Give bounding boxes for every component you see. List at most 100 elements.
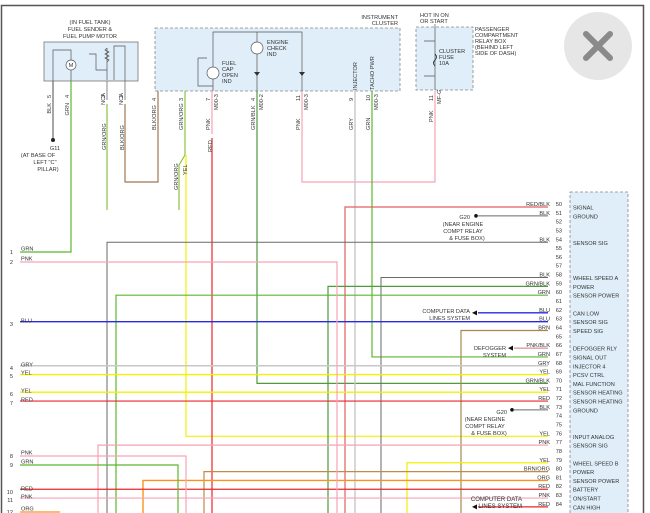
connector-wire-color: PNK/BLK	[526, 343, 550, 349]
motor-symbol: M	[69, 63, 74, 69]
connector-pin-number: 82	[556, 484, 562, 490]
close-button[interactable]	[564, 12, 632, 80]
cluster-pin-number: 10	[366, 95, 372, 101]
connector-wire-color: ORG	[537, 475, 550, 481]
connector-pin-number: 59	[556, 281, 562, 287]
relay-pin-wire: PNK	[429, 110, 435, 122]
left-pin-wire-color: ORG	[21, 507, 34, 513]
connector-wire-color: BRN/ORG	[524, 467, 550, 473]
relay-pin-number: 11	[429, 95, 435, 101]
injector-label: INJECTOR	[353, 62, 359, 90]
hot-label: OR START	[420, 19, 448, 25]
connector-pin-number: 67	[556, 352, 562, 358]
arrow-icon	[472, 504, 477, 510]
left-pin-number: 1	[10, 250, 13, 256]
connector-wire-color: BRN	[538, 325, 550, 331]
cluster-connector-id: M00-3	[374, 94, 380, 110]
connector-pin-number: 74	[556, 414, 562, 420]
connector-pin-function: WHEEL SPEED B	[573, 461, 619, 467]
connector-pin-number: 75	[556, 423, 562, 429]
left-pin-number: 9	[10, 463, 13, 469]
connector-pin-function: SENSOR SIG	[573, 320, 608, 326]
connector-pin-number: 83	[556, 493, 562, 499]
connector-pin-function: SENSOR SIG	[573, 241, 608, 247]
connector-pin-number: 66	[556, 343, 562, 349]
wires	[20, 81, 548, 513]
connector-pin-function: GROUND	[573, 214, 598, 220]
connector-pin-function: SENSOR HEATING	[573, 400, 623, 406]
fuel-pump-pin-number: 4	[65, 95, 71, 98]
connector-pin-number: 52	[556, 220, 562, 226]
connector-pin-number: 81	[556, 475, 562, 481]
cluster-pin-wire: PNK	[206, 118, 212, 130]
wire-label: YEL	[183, 164, 189, 175]
left-pin-wire-color: RED	[21, 487, 33, 493]
g11-name: G11	[50, 146, 60, 152]
connector-pin-number: 50	[556, 202, 562, 208]
left-pin-number: 6	[10, 392, 13, 398]
g20-top-location: (NEAR ENGINE	[443, 222, 484, 228]
arrow-icon	[472, 310, 477, 316]
ground-icon	[510, 408, 514, 412]
left-pin-wire-color: YEL	[21, 389, 32, 395]
connector-wire-color: RED	[538, 484, 550, 490]
g20-top-location: & FUSE BOX)	[449, 236, 485, 242]
connector-pin-number: 77	[556, 440, 562, 446]
connector-pin-number: 71	[556, 387, 562, 393]
cluster-pin-number: 9	[349, 98, 355, 101]
fuel-pump-pin-wire: BLK	[47, 103, 53, 114]
connector-pin-number: 53	[556, 228, 562, 234]
left-pin-wire-color: BLU	[21, 319, 32, 325]
defogger-label: DEFOGGER	[474, 346, 506, 352]
cluster-connector-id: M00-3	[214, 94, 220, 110]
left-pin-number: 3	[10, 322, 13, 328]
computer-data-label: LINES SYSTEM	[478, 504, 522, 510]
left-pin-number: 5	[10, 374, 13, 380]
fuse-label: 10A	[439, 61, 449, 67]
connector-pin-number: 68	[556, 361, 562, 367]
ground-icon	[51, 138, 55, 142]
connector-pin-number: 70	[556, 378, 562, 384]
fuel-cap-label: IND	[222, 79, 232, 85]
g20-bottom-location: & FUSE BOX)	[471, 431, 507, 437]
connector-pin-number: 57	[556, 264, 562, 270]
connector-pin-number: 51	[556, 211, 562, 217]
g20-top-location: COMPT RELAY	[443, 229, 483, 235]
cluster-pin-wire: GRN	[366, 118, 372, 130]
passenger-relay-box: HOT IN ON OR START PASSENGER COMPARTMENT…	[415, 13, 519, 91]
arrow-icon	[508, 345, 513, 351]
connector-pin-number: 79	[556, 458, 562, 464]
left-pin-number: 4	[10, 366, 13, 372]
instrument-cluster: INSTRUMENT CLUSTER FUEL CAP OPEN IND ENG…	[154, 15, 401, 92]
left-pin-number: 2	[10, 260, 13, 266]
wire-label: RED	[208, 140, 214, 152]
wire-pnk-cluster-fuse	[301, 91, 436, 183]
connector-pin-function: GROUND	[573, 408, 598, 414]
connector-pin-function: MAL FUNCTION	[573, 382, 615, 388]
tacho-pwr-label: TACHO PWR	[370, 56, 376, 90]
connector-wire-color: PNK	[538, 493, 550, 499]
left-pin-wire-color: PNK	[21, 257, 33, 263]
cluster-pin-number: 4	[251, 98, 257, 101]
cluster-pin-wire: GRY	[349, 118, 355, 130]
connector-pin-number: 55	[556, 246, 562, 252]
connector-wire-color: RED/BLK	[526, 202, 550, 208]
cluster-pin-wire: BLK/ORG	[152, 105, 158, 130]
wire-50	[344, 206, 548, 513]
connector-wire-color: GRY	[538, 361, 550, 367]
g20-bottom-location: COMPT RELAY	[465, 424, 505, 430]
connector-pin-function: SIGNAL	[573, 206, 594, 212]
connector-wire-color: GRN	[538, 290, 550, 296]
connector-pin-function: POWER	[573, 470, 594, 476]
cluster-pin-number: 3	[179, 98, 185, 101]
left-pin-wire-color: RED	[21, 398, 33, 404]
connector-wire-color: YEL	[539, 370, 550, 376]
labels: G11 (AT BASE OF LEFT "C" PILLAR) G20 (NE…	[7, 90, 623, 513]
cluster-connector-id: M00-3	[304, 94, 310, 110]
left-pin-number: 11	[7, 498, 13, 504]
connector-wire-color: RED	[538, 502, 550, 508]
connector-wire-color: GRN/BLK	[525, 378, 550, 384]
connector-pin-number: 80	[556, 467, 562, 473]
left-pin-wire-color: YEL	[21, 371, 32, 377]
g20-bottom-name: G20	[496, 410, 507, 416]
